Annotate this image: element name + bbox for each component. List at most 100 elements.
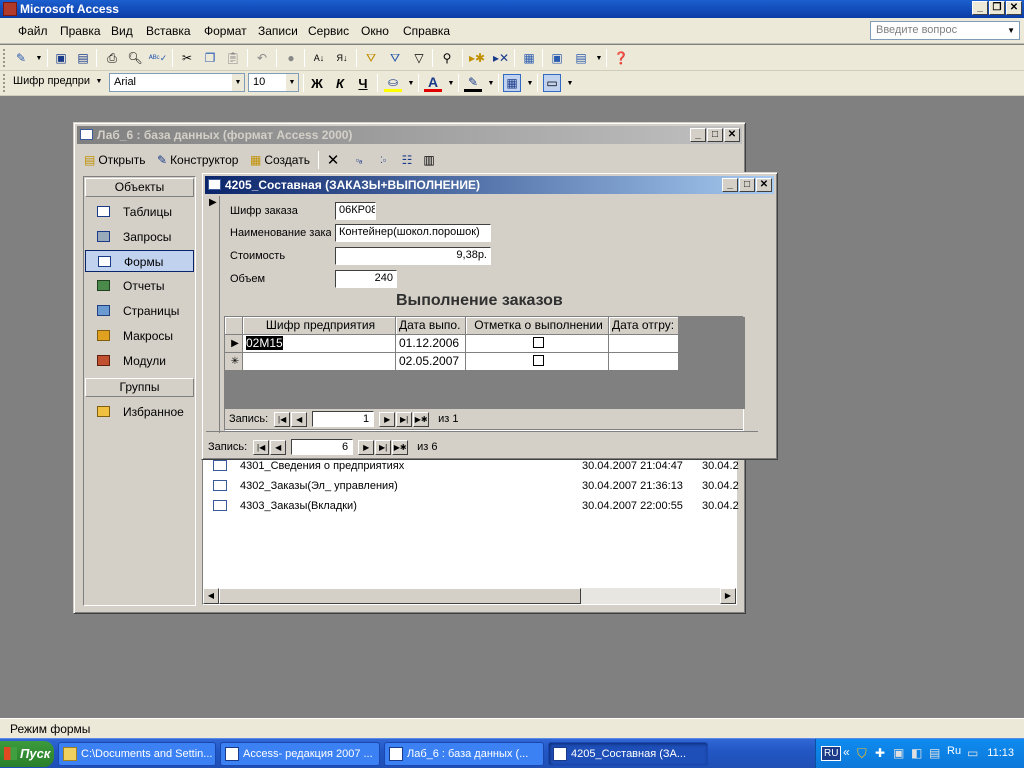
db-maximize-button[interactable]: □ (707, 128, 723, 142)
open-button[interactable]: ▤ Открыть (84, 153, 145, 167)
fill-color-icon[interactable]: ⛀ (384, 74, 402, 92)
create-button[interactable]: ▦ Создать (250, 153, 310, 167)
scroll-right-icon[interactable]: ▶ (720, 588, 736, 604)
form-next-record-icon[interactable]: ▶ (358, 439, 375, 455)
order-cipher-field[interactable]: 06КР08 (335, 202, 376, 220)
row-selector[interactable]: ✳ (225, 353, 243, 371)
security-icon[interactable]: ✚ (875, 746, 885, 760)
order-name-field[interactable]: Контейнер(шокол.порошок) (335, 224, 491, 242)
form-last-record-icon[interactable]: ▶| (375, 439, 392, 455)
shield-icon[interactable]: ⛉ (857, 746, 867, 762)
form-record-number[interactable]: 6 (291, 439, 354, 455)
delete-icon[interactable]: ✕ (324, 151, 342, 169)
subform-record-number[interactable]: 1 (312, 411, 375, 427)
menu-help[interactable]: Справка (403, 24, 450, 38)
italic-button[interactable]: К (331, 74, 349, 92)
object-tables[interactable]: Таблицы (85, 201, 194, 223)
next-record-icon[interactable]: ▶ (379, 411, 396, 427)
first-record-icon[interactable]: |◀ (274, 411, 291, 427)
form-close-button[interactable]: ✕ (756, 178, 772, 192)
list-item[interactable]: 4302_Заказы(Эл_ управления) 30.04.2007 21… (211, 477, 739, 495)
expand-tray-icon[interactable]: « (843, 745, 850, 759)
row-selector[interactable]: ▶ (225, 335, 243, 353)
close-button[interactable]: ✕ (1006, 1, 1022, 15)
line-color-icon[interactable]: ✎ (464, 74, 482, 92)
menu-view[interactable]: Вид (111, 24, 133, 38)
object-queries[interactable]: Запросы (85, 226, 194, 248)
object-combo[interactable]: Шифр предпри ▼ (9, 73, 105, 92)
task-button-explorer[interactable]: C:\Documents and Settin... (58, 742, 216, 766)
scroll-left-icon[interactable]: ◀ (203, 588, 219, 604)
cut-icon[interactable]: ✂ (178, 49, 196, 67)
table-cell[interactable]: 02М15 (243, 335, 396, 353)
view-icon[interactable]: ✎ (12, 49, 30, 67)
large-icons-icon[interactable]: ▫ₐ (350, 151, 368, 169)
sort-descending-icon[interactable]: Я↓ (333, 49, 351, 67)
usb-icon[interactable]: ▤ (929, 746, 940, 760)
previous-record-icon[interactable]: ◀ (291, 411, 308, 427)
menu-records[interactable]: Записи (258, 24, 298, 38)
db-minimize-button[interactable]: _ (690, 128, 706, 142)
spelling-icon[interactable]: ᴬᴮᶜ✓ (149, 49, 168, 67)
menu-window[interactable]: Окно (361, 24, 389, 38)
filter-by-form-icon[interactable]: ⛛ (386, 49, 404, 67)
table-cell[interactable] (466, 335, 609, 353)
special-effect-dropdown-icon[interactable]: ▼ (561, 74, 579, 92)
object-reports[interactable]: Отчеты (85, 275, 194, 297)
underline-button[interactable]: Ч (354, 74, 372, 92)
menu-edit[interactable]: Правка (60, 24, 101, 38)
monitor-icon[interactable]: ▭ (967, 746, 978, 760)
start-button[interactable]: Пуск (0, 741, 54, 767)
object-pages[interactable]: Страницы (85, 300, 194, 322)
properties-icon[interactable]: ▦ (520, 49, 538, 67)
list-item[interactable]: 4303_Заказы(Вкладки) 30.04.2007 22:00:55 3… (211, 497, 739, 515)
form-new-record-icon[interactable]: ▶✱ (392, 439, 409, 455)
task-button-word[interactable]: Access- редакция 2007 ... (220, 742, 380, 766)
font-size-combo[interactable]: 10 ▼ (248, 73, 299, 92)
horizontal-scrollbar[interactable]: ◀ ▶ (203, 588, 736, 604)
object-forms[interactable]: Формы (85, 250, 194, 272)
font-color-icon[interactable]: A (424, 74, 442, 92)
column-header[interactable]: Дата отгру: (609, 317, 679, 335)
groups-header[interactable]: Группы (85, 378, 194, 397)
list-icon[interactable]: ☷ (398, 151, 416, 169)
print-icon[interactable]: ⎙ (103, 49, 121, 67)
menu-tools[interactable]: Сервис (308, 24, 349, 38)
new-record-icon[interactable]: ▶✱ (413, 411, 430, 427)
find-icon[interactable]: ⚲ (438, 49, 456, 67)
group-favorites[interactable]: Избранное (85, 401, 194, 423)
view-dropdown-icon[interactable]: ▼ (30, 49, 48, 67)
details-icon[interactable]: ▥ (420, 151, 438, 169)
print-preview-icon[interactable]: 🔍︎ (126, 49, 144, 67)
table-cell[interactable] (609, 335, 679, 353)
apply-filter-icon[interactable]: ▽ (410, 49, 428, 67)
form-minimize-button[interactable]: _ (722, 178, 738, 192)
volume-field[interactable]: 240 (335, 270, 397, 288)
keyboard-layout-icon[interactable]: Ru (947, 745, 961, 757)
objects-header[interactable]: Объекты (85, 178, 194, 197)
column-header[interactable]: Отметка о выполнении (466, 317, 609, 335)
new-record-icon[interactable]: ▸✱ (468, 49, 486, 67)
record-selector[interactable]: ▶ (206, 196, 220, 433)
completion-checkbox[interactable] (533, 355, 544, 366)
restore-button[interactable]: ❐ (989, 1, 1005, 15)
small-icons-icon[interactable]: ⁚▫ (374, 151, 392, 169)
db-close-button[interactable]: ✕ (724, 128, 740, 142)
copy-icon[interactable]: ❐ (201, 49, 219, 67)
cost-field[interactable]: 9,38р. (335, 247, 491, 265)
menu-file[interactable]: Файл (18, 24, 48, 38)
minimize-button[interactable]: _ (972, 1, 988, 15)
table-cell[interactable]: 02.05.2007 (396, 353, 466, 371)
table-cell[interactable] (609, 353, 679, 371)
paste-icon[interactable]: 📋︎ (224, 49, 242, 67)
menu-format[interactable]: Формат (204, 24, 247, 38)
form-previous-record-icon[interactable]: ◀ (270, 439, 287, 455)
object-macros[interactable]: Макросы (85, 325, 194, 347)
language-indicator[interactable]: RU (821, 746, 842, 761)
help-icon[interactable]: ❓ (612, 49, 630, 67)
column-header[interactable]: Шифр предприятия (243, 317, 396, 335)
new-object-icon[interactable]: ▤ (572, 49, 590, 67)
special-effect-icon[interactable]: ▭ (543, 74, 561, 92)
sort-ascending-icon[interactable]: A↓ (310, 49, 328, 67)
design-button[interactable]: ✎ Конструктор (157, 153, 238, 167)
